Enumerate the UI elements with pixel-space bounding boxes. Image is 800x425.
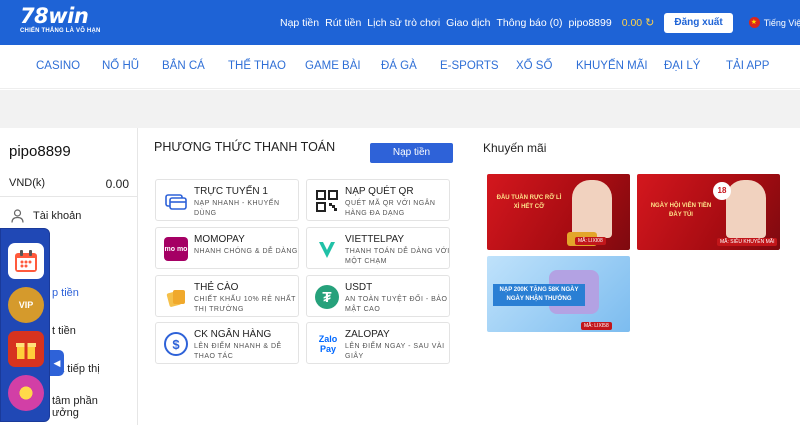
vietnam-flag-icon bbox=[748, 17, 760, 28]
payment-method-desc: LÊN ĐIỂM NHANH & DỄ THAO TÁC bbox=[194, 343, 282, 360]
nav-tai-app[interactable]: TẢI APP bbox=[726, 60, 769, 72]
payment-method-title: USDT bbox=[345, 282, 373, 293]
nav-ban-ca[interactable]: BẮN CÁ bbox=[162, 60, 205, 72]
refresh-icon[interactable]: ↻ bbox=[645, 16, 654, 29]
payment-method-title: MOMOPAY bbox=[194, 234, 245, 245]
promo-model-image bbox=[726, 180, 766, 238]
sidebar-item-withdraw[interactable]: t tiền bbox=[52, 325, 76, 337]
floating-widget: VIP bbox=[0, 228, 50, 422]
topnav-notifications-link[interactable]: Thông báo (0) bbox=[497, 17, 563, 29]
tether-icon: ₮ bbox=[315, 285, 339, 309]
bank-transfer-icon: $ bbox=[164, 332, 188, 356]
topnav-username[interactable]: pipo8899 bbox=[568, 17, 611, 29]
payment-method-momopay[interactable]: mo mo MOMOPAY NHANH CHÓNG & DỄ DÀNG bbox=[155, 227, 299, 269]
sidebar-username: pipo8899 bbox=[9, 143, 71, 160]
sidebar-item-account[interactable]: Tài khoản bbox=[33, 210, 81, 222]
brand-tagline: CHIẾN THẮNG LÀ VÔ HẠN bbox=[20, 28, 101, 34]
main-nav: CASINO NỔ HŨ BẮN CÁ THỂ THAO GAME BÀI ĐÁ… bbox=[0, 45, 800, 89]
nav-casino[interactable]: CASINO bbox=[36, 60, 80, 72]
payment-method-scratch-card[interactable]: THẺ CÀO CHIẾT KHẤU 10% RẺ NHẤT THỊ TRƯỜN… bbox=[155, 275, 299, 317]
payment-method-title: VIETTELPAY bbox=[345, 234, 405, 245]
sidebar-item-rewards[interactable]: tâm phần bbox=[52, 395, 98, 407]
sidebar-item-rewards-2[interactable]: ưởng bbox=[52, 407, 79, 419]
promo-banner-3[interactable]: NẠP 200K TẶNG 58K NGÀY NGÀY NHẬN THƯỞNG … bbox=[487, 256, 630, 332]
sidebar-item-deposit[interactable]: p tiền bbox=[52, 287, 79, 299]
age-18-badge: 18 bbox=[713, 182, 731, 200]
payment-method-usdt[interactable]: ₮ USDT AN TOÀN TUYỆT ĐỐI - BẢO MẬT CAO bbox=[306, 275, 450, 317]
brand-logo[interactable]: 78win CHIẾN THẮNG LÀ VÔ HẠN bbox=[20, 5, 101, 34]
language-selector[interactable]: Tiếng Việt bbox=[764, 18, 800, 28]
payment-method-desc: AN TOÀN TUYỆT ĐỐI - BẢO MẬT CAO bbox=[345, 296, 448, 313]
deposit-button[interactable]: Nạp tiền bbox=[370, 143, 453, 163]
payment-method-desc: CHIẾT KHẤU 10% RẺ NHẤT THỊ TRƯỜNG bbox=[194, 296, 296, 313]
top-nav: Nạp tiền Rút tiền Lịch sử trò chơi Giao … bbox=[280, 0, 800, 45]
promo-model-image bbox=[572, 180, 612, 238]
payment-method-qr[interactable]: NẠP QUÉT QR QUÉT MÃ QR VỚI NGÂN HÀNG ĐA … bbox=[306, 179, 450, 221]
payment-title: PHƯƠNG THỨC THANH TOÁN bbox=[154, 140, 336, 154]
topnav-transactions-link[interactable]: Giao dịch bbox=[446, 17, 490, 29]
payment-method-desc: LÊN ĐIỂM NGAY - SAU VÀI GIÂY bbox=[345, 343, 445, 360]
promo-code: MÃ: LIXI58 bbox=[581, 322, 612, 330]
topnav-withdraw-link[interactable]: Rút tiền bbox=[325, 17, 361, 29]
header: 78win CHIẾN THẮNG LÀ VÔ HẠN Nạp tiền Rút… bbox=[0, 0, 800, 45]
zalopay-icon: Zalo Pay bbox=[318, 334, 338, 354]
nav-no-hu[interactable]: NỔ HŨ bbox=[102, 60, 139, 72]
promo-text: NẠP 200K TẶNG 58K NGÀY NGÀY NHẬN THƯỞNG bbox=[493, 284, 585, 306]
user-icon bbox=[11, 209, 24, 223]
nav-the-thao[interactable]: THỂ THAO bbox=[228, 60, 286, 72]
vip-icon[interactable]: VIP bbox=[8, 287, 44, 323]
nav-khuyen-mai[interactable]: KHUYẾN MÃI bbox=[576, 60, 648, 72]
promo-banner-2[interactable]: 18 NGÀY HỘI VIÊN TIỀN ĐẦY TÚI MÃ: SIÊU K… bbox=[637, 174, 780, 250]
nav-esports[interactable]: E-SPORTS bbox=[440, 60, 499, 72]
payment-method-title: NẠP QUÉT QR bbox=[345, 186, 414, 197]
qr-icon bbox=[315, 189, 339, 213]
payment-method-title: CK NGÂN HÀNG bbox=[194, 329, 272, 340]
sidebar-divider bbox=[0, 196, 138, 197]
topnav-deposit-link[interactable]: Nạp tiền bbox=[280, 17, 319, 29]
brand-name: 78win bbox=[20, 4, 89, 28]
payment-method-desc: QUÉT MÃ QR VỚI NGÂN HÀNG ĐA DẠNG bbox=[345, 200, 436, 217]
collapse-arrow-icon[interactable]: ◀ bbox=[50, 350, 64, 376]
lucky-wheel-icon[interactable] bbox=[8, 375, 44, 411]
currency-label: VND(k) bbox=[9, 177, 46, 189]
calendar-icon[interactable] bbox=[8, 243, 44, 279]
logout-button[interactable]: Đăng xuất bbox=[664, 12, 733, 33]
payment-method-viettelpay[interactable]: VIETTELPAY THANH TOÁN DỄ DÀNG VỚI MỘT CH… bbox=[306, 227, 450, 269]
scratch-card-icon bbox=[164, 285, 188, 309]
promo-code: MÃ: LIXI08 bbox=[575, 237, 606, 245]
nav-xo-so[interactable]: XỔ SỐ bbox=[516, 60, 552, 72]
nav-dai-ly[interactable]: ĐẠI LÝ bbox=[664, 60, 700, 72]
payment-method-desc: NHANH CHÓNG & DỄ DÀNG bbox=[194, 248, 298, 255]
card-icon bbox=[164, 189, 188, 213]
payment-method-title: TRỰC TUYẾN 1 bbox=[194, 186, 268, 197]
promo-text: NGÀY HỘI VIÊN TIỀN ĐẦY TÚI bbox=[650, 203, 712, 218]
payment-method-title: ZALOPAY bbox=[345, 329, 390, 340]
payment-method-zalopay[interactable]: Zalo Pay ZALOPAY LÊN ĐIỂM NGAY - SAU VÀI… bbox=[306, 322, 450, 364]
payment-method-bank-transfer[interactable]: $ CK NGÂN HÀNG LÊN ĐIỂM NHANH & DỄ THAO … bbox=[155, 322, 299, 364]
payment-method-online1[interactable]: TRỰC TUYẾN 1 NẠP NHANH - KHUYẾN DÙNG bbox=[155, 179, 299, 221]
nav-game-bai[interactable]: GAME BÀI bbox=[305, 60, 361, 72]
payment-method-desc: NẠP NHANH - KHUYẾN DÙNG bbox=[194, 200, 280, 217]
promo-banner-1[interactable]: ĐẦU TUẦN RỰC RỠ LÌ XÌ HẾT CỠ MÃ: LIXI08 bbox=[487, 174, 630, 250]
nav-da-ga[interactable]: ĐÁ GÀ bbox=[381, 60, 417, 72]
payment-method-title: THẺ CÀO bbox=[194, 282, 239, 293]
topnav-balance: 0.00 bbox=[621, 16, 643, 29]
promotions-title: Khuyến mãi bbox=[483, 141, 547, 155]
sidebar-balance: 0.00 bbox=[105, 177, 129, 191]
viettelpay-icon bbox=[315, 237, 339, 261]
sidebar-balance-row: VND(k) 0.00 bbox=[9, 177, 129, 191]
payment-method-desc: THANH TOÁN DỄ DÀNG VỚI MỘT CHẠM bbox=[345, 248, 450, 265]
gift-icon[interactable] bbox=[8, 331, 44, 367]
promo-text: ĐẦU TUẦN RỰC RỠ LÌ XÌ HẾT CỠ bbox=[496, 195, 562, 210]
gray-band bbox=[0, 90, 800, 128]
topnav-game-history-link[interactable]: Lịch sử trò chơi bbox=[367, 17, 440, 29]
promo-code: MÃ: SIÊU KHUYẾN MÃI bbox=[717, 238, 778, 246]
momo-icon: mo mo bbox=[164, 237, 188, 261]
